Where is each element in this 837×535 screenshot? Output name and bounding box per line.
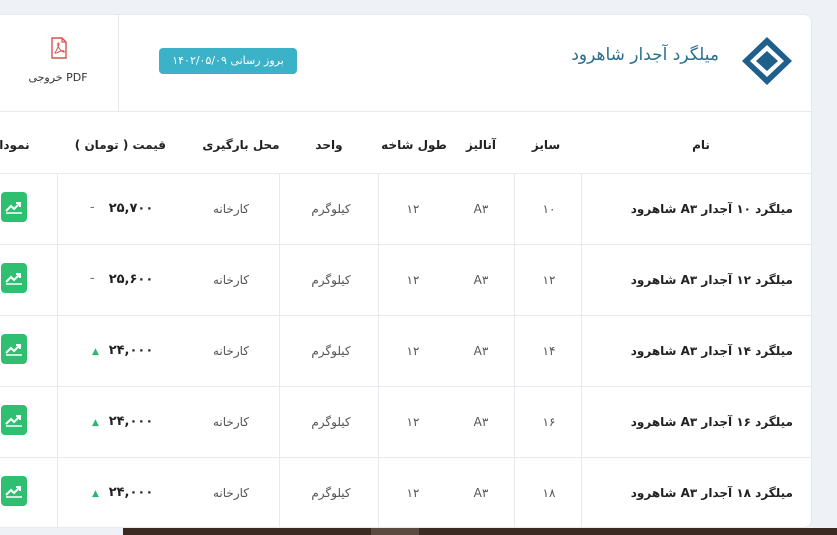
column-divider: [279, 173, 280, 527]
length-value: ۱۲: [406, 486, 420, 500]
product-name[interactable]: میلگرد ۱۴ آجدار A۳ شاهرود: [601, 344, 793, 358]
pdf-export-label: خروجی PDF: [28, 71, 88, 84]
price-value: ۲۴,۰۰۰: [108, 343, 154, 358]
product-name[interactable]: میلگرد ۱۲ آجدار A۳ شاهرود: [601, 273, 793, 287]
size-value: ۱۶: [542, 415, 556, 429]
analysis-value: A۳: [473, 202, 489, 216]
size-value: ۱۸: [542, 486, 556, 500]
pdf-file-icon: [51, 37, 67, 59]
price-value: ۲۵,۶۰۰: [108, 272, 154, 287]
update-date-badge: بروز رسانی ۱۴۰۲/۰۵/۰۹: [159, 48, 297, 74]
chart-button[interactable]: [1, 476, 27, 506]
column-divider: [581, 173, 582, 527]
product-name[interactable]: میلگرد ۱۰ آجدار A۳ شاهرود: [601, 202, 793, 216]
scrollbar-thumb[interactable]: [371, 528, 419, 535]
row-divider: [0, 244, 811, 245]
size-value: ۱۴: [542, 344, 556, 358]
length-value: ۱۲: [406, 273, 420, 287]
chart-button[interactable]: [1, 334, 27, 364]
column-header-length: طول شاخه: [381, 138, 447, 152]
column-header-size: سایز: [531, 138, 561, 152]
trend-up-icon: ▲: [92, 347, 99, 357]
column-divider: [57, 173, 58, 527]
row-divider: [0, 315, 811, 316]
unit-value: کیلوگرم: [311, 415, 351, 429]
length-value: ۱۲: [406, 344, 420, 358]
unit-value: کیلوگرم: [311, 486, 351, 500]
column-divider: [514, 173, 515, 527]
column-header-unit: واحد: [315, 138, 343, 152]
size-value: ۱۰: [542, 202, 556, 216]
column-header-name: نام: [692, 138, 710, 152]
diamond-logo-icon: [742, 37, 792, 85]
trend-up-icon: ▲: [92, 489, 99, 499]
trend-chart-icon: [5, 486, 22, 498]
header-divider: [0, 173, 811, 174]
row-divider: [0, 457, 811, 458]
trend-chart-icon: [5, 415, 22, 427]
location-value: کارخانه: [212, 273, 249, 287]
trend-flat-icon: –: [90, 274, 95, 284]
card-header: خروجی PDF بروز رسانی ۱۴۰۲/۰۵/۰۹ میلگرد آ…: [0, 15, 811, 112]
column-divider: [378, 173, 379, 527]
column-header-location: محل بارگیری: [202, 138, 280, 152]
column-header-price: قیمت ( تومان ): [74, 138, 166, 152]
chart-button[interactable]: [1, 405, 27, 435]
analysis-value: A۳: [473, 486, 489, 500]
unit-value: کیلوگرم: [311, 202, 351, 216]
unit-value: کیلوگرم: [311, 273, 351, 287]
trend-chart-icon: [5, 273, 22, 285]
unit-value: کیلوگرم: [311, 344, 351, 358]
trend-flat-icon: –: [90, 203, 95, 213]
location-value: کارخانه: [212, 344, 249, 358]
trend-chart-icon: [5, 344, 22, 356]
analysis-value: A۳: [473, 273, 489, 287]
product-name[interactable]: میلگرد ۱۸ آجدار A۳ شاهرود: [601, 486, 793, 500]
length-value: ۱۲: [406, 202, 420, 216]
pdf-export-button[interactable]: خروجی PDF: [0, 15, 119, 111]
length-value: ۱۲: [406, 415, 420, 429]
product-name[interactable]: میلگرد ۱۶ آجدار A۳ شاهرود: [601, 415, 793, 429]
price-value: ۲۴,۰۰۰: [108, 414, 154, 429]
analysis-value: A۳: [473, 415, 489, 429]
page-title: میلگرد آجدار شاهرود: [571, 45, 719, 65]
row-divider: [0, 386, 811, 387]
location-value: کارخانه: [212, 415, 249, 429]
chart-button[interactable]: [1, 263, 27, 293]
price-value: ۲۴,۰۰۰: [108, 485, 154, 500]
trend-up-icon: ▲: [92, 418, 99, 428]
column-header-chart: نمودار: [0, 138, 30, 152]
size-value: ۱۲: [542, 273, 556, 287]
column-header-analysis: آنالیز: [466, 138, 496, 152]
horizontal-scrollbar[interactable]: [123, 528, 837, 535]
trend-chart-icon: [5, 202, 22, 214]
price-value: ۲۵,۷۰۰: [108, 201, 154, 216]
location-value: کارخانه: [212, 202, 249, 216]
location-value: کارخانه: [212, 486, 249, 500]
analysis-value: A۳: [473, 344, 489, 358]
chart-button[interactable]: [1, 192, 27, 222]
price-card: خروجی PDF بروز رسانی ۱۴۰۲/۰۵/۰۹ میلگرد آ…: [0, 14, 812, 528]
